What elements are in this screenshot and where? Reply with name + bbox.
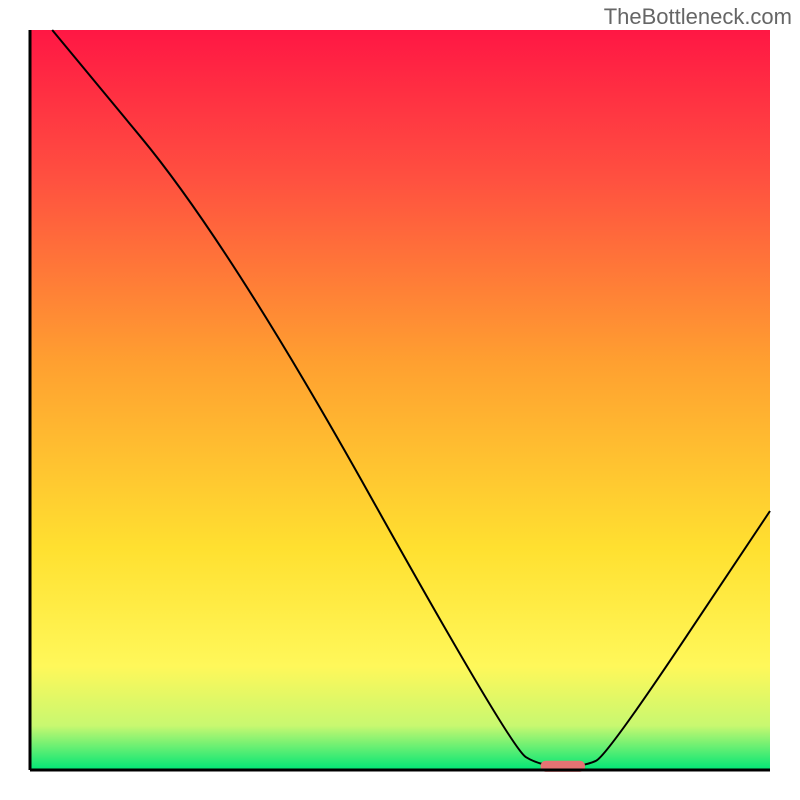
gradient-background xyxy=(30,30,770,770)
chart-wrapper: TheBottleneck.com xyxy=(0,0,800,800)
watermark-text: TheBottleneck.com xyxy=(604,4,792,30)
bottleneck-chart xyxy=(0,0,800,800)
